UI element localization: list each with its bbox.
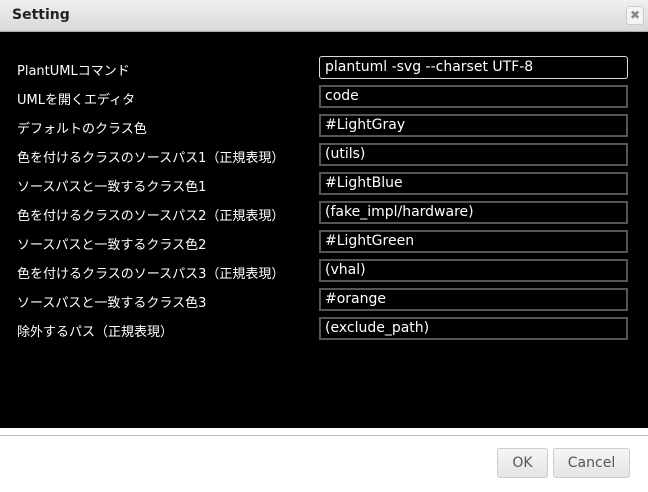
setting-input[interactable]: plantuml -svg --charset UTF-8 bbox=[319, 56, 628, 79]
setting-row: PlantUMLコマンド plantuml -svg --charset UTF… bbox=[0, 56, 648, 80]
dialog-title: Setting bbox=[12, 7, 70, 23]
setting-row: 色を付けるクラスのソースパス1（正規表現） (utils) bbox=[0, 143, 648, 167]
setting-label: デフォルトのクラス色 bbox=[17, 122, 147, 137]
setting-input[interactable]: (exclude_path) bbox=[319, 317, 628, 340]
setting-label: ソースパスと一致するクラス色3 bbox=[17, 296, 207, 311]
setting-label: UMLを開くエディタ bbox=[17, 93, 136, 108]
setting-row: ソースパスと一致するクラス色3 #orange bbox=[0, 288, 648, 312]
ok-button[interactable]: OK bbox=[497, 448, 548, 478]
close-icon[interactable]: ✖ bbox=[626, 6, 644, 25]
setting-label: ソースパスと一致するクラス色1 bbox=[17, 180, 207, 195]
settings-form: PlantUMLコマンド plantuml -svg --charset UTF… bbox=[0, 32, 648, 428]
setting-row: 色を付けるクラスのソースパス3（正規表現） (vhal) bbox=[0, 259, 648, 283]
setting-input[interactable]: (fake_impl/hardware) bbox=[319, 201, 628, 224]
setting-input[interactable]: #LightGray bbox=[319, 114, 628, 137]
setting-input[interactable]: #orange bbox=[319, 288, 628, 311]
setting-input[interactable]: #LightBlue bbox=[319, 172, 628, 195]
setting-input[interactable]: #LightGreen bbox=[319, 230, 628, 253]
setting-row: デフォルトのクラス色 #LightGray bbox=[0, 114, 648, 138]
setting-label: 色を付けるクラスのソースパス1（正規表現） bbox=[17, 151, 285, 166]
setting-row: 色を付けるクラスのソースパス2（正規表現） (fake_impl/hardwar… bbox=[0, 201, 648, 225]
cancel-button[interactable]: Cancel bbox=[553, 448, 630, 478]
setting-row: ソースパスと一致するクラス色2 #LightGreen bbox=[0, 230, 648, 254]
setting-label: ソースパスと一致するクラス色2 bbox=[17, 238, 207, 253]
setting-row: 除外するパス（正規表現） (exclude_path) bbox=[0, 317, 648, 341]
dialog-titlebar[interactable]: Setting ✖ bbox=[0, 0, 648, 32]
setting-label: 色を付けるクラスのソースパス3（正規表現） bbox=[17, 267, 285, 282]
setting-input[interactable]: (vhal) bbox=[319, 259, 628, 282]
setting-input[interactable]: code bbox=[319, 85, 628, 108]
setting-input[interactable]: (utils) bbox=[319, 143, 628, 166]
footer-divider bbox=[0, 435, 648, 436]
setting-label: 除外するパス（正規表現） bbox=[17, 325, 174, 340]
setting-row: ソースパスと一致するクラス色1 #LightBlue bbox=[0, 172, 648, 196]
setting-label: 色を付けるクラスのソースパス2（正規表現） bbox=[17, 209, 285, 224]
setting-row: UMLを開くエディタ code bbox=[0, 85, 648, 109]
setting-label: PlantUMLコマンド bbox=[17, 64, 130, 79]
